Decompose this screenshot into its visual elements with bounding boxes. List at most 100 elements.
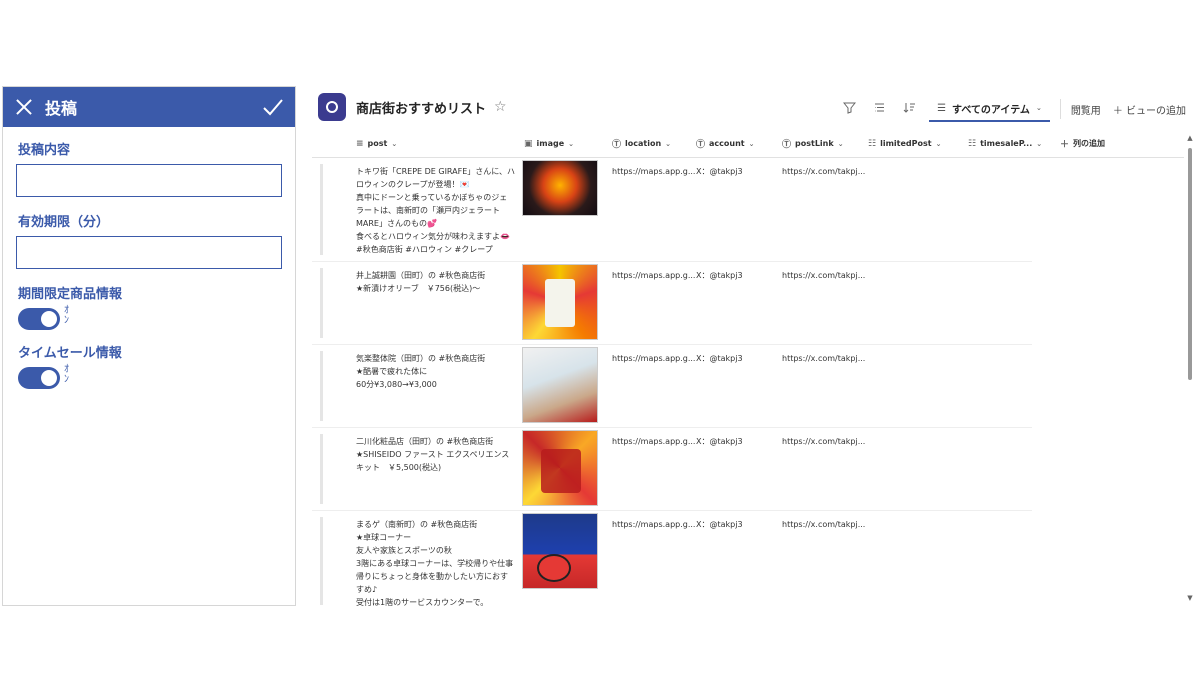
row-selector[interactable] bbox=[320, 351, 323, 421]
plus-icon: ＋ bbox=[1112, 105, 1126, 117]
timesale-toggle-row: ｵﾝ bbox=[16, 364, 282, 389]
column-header-limitedpost[interactable]: ☷ limitedPost ⌄ bbox=[868, 139, 968, 149]
location-cell[interactable]: https://maps.app.g... bbox=[612, 262, 696, 344]
column-header-postlink[interactable]: Ⓣ postLink ⌄ bbox=[782, 137, 868, 150]
add-view-button[interactable]: ＋ ビューの追加 bbox=[1113, 102, 1186, 117]
post-line: キット ￥5,500(税込) bbox=[356, 463, 442, 472]
filter-icon[interactable] bbox=[841, 101, 857, 117]
boolean-icon: ☷ bbox=[968, 138, 977, 149]
vertical-scrollbar[interactable]: ▲ ▼ bbox=[1186, 134, 1194, 604]
table-tennis-photo-thumbnail[interactable] bbox=[522, 513, 598, 589]
sharepoint-list: 商店街おすすめリスト ☆ ☰ すべてのアイテム ⌄ 閲覧用 ＋ ビューの追加 ≡… bbox=[312, 86, 1198, 607]
add-view-label: ビューの追加 bbox=[1126, 105, 1186, 117]
postlink-cell[interactable]: https://x.com/takpj... bbox=[782, 158, 872, 261]
limited-item-label: 期間限定商品情報 bbox=[18, 287, 123, 302]
list-title: 商店街おすすめリスト bbox=[356, 101, 487, 117]
chevron-down-icon: ⌄ bbox=[1035, 104, 1042, 112]
column-label: post bbox=[367, 139, 388, 148]
table-row[interactable]: 井上誠耕園（田町）の #秋色商店街 ★新漬けオリーブ ￥756(税込)～ htt… bbox=[312, 262, 1032, 345]
chevron-down-icon: ⌄ bbox=[391, 139, 398, 148]
post-cell: まるゲ（南新町）の #秋色商店街 ★卓球コーナー 友人や家族とスポーツの秋 3階… bbox=[356, 511, 520, 611]
post-line: 3階にある卓球コーナーは、学校帰りや仕事 bbox=[356, 559, 514, 568]
account-cell: X：@takpj3 bbox=[696, 437, 743, 446]
post-line: 真中にドーンと乗っているかぼちゃのジェ bbox=[356, 193, 508, 202]
timesale-label: タイムセール情報 bbox=[18, 346, 122, 361]
column-header-image[interactable]: ▣ image ⌄ bbox=[524, 139, 612, 149]
scroll-track[interactable] bbox=[1187, 146, 1193, 590]
post-cell: 気楽整体院（田町）の #秋色商店街 ★酷暑で疲れた体に 60分¥3,080→¥3… bbox=[356, 345, 520, 427]
column-header-row: ≡ post ⌄ ▣ image ⌄ Ⓣ location ⌄ Ⓣ accoun… bbox=[312, 130, 1184, 158]
account-cell: X：@takpj3 bbox=[696, 271, 743, 280]
crepe-photo-thumbnail[interactable] bbox=[522, 160, 598, 216]
postlink-cell[interactable]: https://x.com/takpj... bbox=[782, 511, 872, 611]
row-selector[interactable] bbox=[320, 164, 323, 255]
scroll-down-arrow-icon[interactable]: ▼ bbox=[1186, 594, 1194, 604]
column-header-account[interactable]: Ⓣ account ⌄ bbox=[696, 137, 782, 150]
table-row[interactable]: 二川化粧品店（田町）の #秋色商店街 ★SHISEIDO ファースト エクスペリ… bbox=[312, 428, 1032, 511]
column-header-location[interactable]: Ⓣ location ⌄ bbox=[612, 137, 696, 150]
location-cell[interactable]: https://maps.app.g... bbox=[612, 345, 696, 427]
chevron-down-icon: ⌄ bbox=[568, 139, 575, 148]
post-line: ★卓球コーナー bbox=[356, 533, 412, 542]
post-line: MARE」さんのもの💕 bbox=[356, 219, 437, 228]
close-icon[interactable] bbox=[13, 96, 35, 118]
expiry-minutes-input[interactable] bbox=[16, 236, 282, 269]
view-selector[interactable]: ☰ すべてのアイテム ⌄ bbox=[929, 96, 1050, 122]
post-line: ★酷暑で疲れた体に bbox=[356, 367, 428, 376]
image-icon: ▣ bbox=[524, 138, 533, 149]
add-column-button[interactable]: ＋ 列の追加 bbox=[1060, 137, 1140, 150]
toggle-state-icon: ｵﾝ bbox=[64, 364, 69, 385]
location-cell[interactable]: https://maps.app.g... bbox=[612, 158, 696, 261]
chevron-down-icon: ⌄ bbox=[935, 139, 942, 148]
post-line: 気楽整体院（田町）の #秋色商店街 bbox=[356, 354, 486, 363]
sort-icon[interactable] bbox=[901, 101, 917, 117]
table-row[interactable]: 気楽整体院（田町）の #秋色商店街 ★酷暑で疲れた体に 60分¥3,080→¥3… bbox=[312, 345, 1032, 428]
post-content-input[interactable] bbox=[16, 164, 282, 197]
row-selector[interactable] bbox=[320, 268, 323, 338]
massage-photo-thumbnail[interactable] bbox=[522, 347, 598, 423]
postlink-cell[interactable]: https://x.com/takpj... bbox=[782, 262, 872, 344]
column-label: 列の追加 bbox=[1073, 139, 1106, 148]
column-header-post[interactable]: ≡ post ⌄ bbox=[356, 139, 520, 149]
site-logo-icon[interactable] bbox=[318, 93, 346, 121]
post-line: 60分¥3,080→¥3,000 bbox=[356, 380, 437, 389]
review-view-link[interactable]: 閲覧用 bbox=[1071, 102, 1101, 117]
postlink-cell[interactable]: https://x.com/takpj... bbox=[782, 345, 872, 427]
location-cell[interactable]: https://maps.app.g... bbox=[612, 428, 696, 510]
row-selector[interactable] bbox=[320, 517, 323, 605]
table-row[interactable]: まるゲ（南新町）の #秋色商店街 ★卓球コーナー 友人や家族とスポーツの秋 3階… bbox=[312, 511, 1032, 611]
post-line: ★SHISEIDO ファースト エクスペリエンス bbox=[356, 450, 510, 459]
boolean-icon: ☷ bbox=[868, 138, 877, 149]
scroll-up-arrow-icon[interactable]: ▲ bbox=[1186, 134, 1194, 144]
timesale-toggle[interactable] bbox=[18, 367, 60, 389]
chevron-down-icon: ⌄ bbox=[748, 139, 755, 148]
scroll-thumb[interactable] bbox=[1188, 148, 1192, 380]
account-cell: X：@takpj3 bbox=[696, 167, 743, 176]
image-cell bbox=[522, 511, 612, 611]
cosmetics-photo-thumbnail[interactable] bbox=[522, 430, 598, 506]
expiry-minutes-label: 有効期限（分） bbox=[18, 215, 110, 230]
image-cell bbox=[522, 428, 612, 510]
image-cell bbox=[522, 262, 612, 344]
limited-item-toggle[interactable] bbox=[18, 308, 60, 330]
postlink-cell[interactable]: https://x.com/takpj... bbox=[782, 428, 872, 510]
group-by-icon[interactable] bbox=[871, 101, 887, 117]
post-line: ロウィンのクレープが登場！💌 bbox=[356, 180, 470, 189]
form-body: 投稿内容 有効期限（分） 期間限定商品情報 ｵﾝ タイムセール情報 ｵﾝ bbox=[3, 127, 295, 389]
location-cell[interactable]: https://maps.app.g... bbox=[612, 511, 696, 611]
olive-product-thumbnail[interactable] bbox=[522, 264, 598, 340]
column-header-timesalepost[interactable]: ☷ timesaleP... ⌄ bbox=[968, 139, 1044, 149]
table-row[interactable]: トキワ街「CREPE DE GIRAFE」さんに、ハ ロウィンのクレープが登場！… bbox=[312, 158, 1032, 262]
favorite-star-icon[interactable]: ☆ bbox=[494, 99, 507, 115]
row-selector[interactable] bbox=[320, 434, 323, 504]
column-label: image bbox=[536, 139, 565, 148]
post-line: 受付は1階のサービスカウンターで。 bbox=[356, 598, 489, 607]
list-table: ≡ post ⌄ ▣ image ⌄ Ⓣ location ⌄ Ⓣ accoun… bbox=[312, 130, 1184, 611]
list-view-icon: ☰ bbox=[937, 102, 947, 114]
post-line: トキワ街「CREPE DE GIRAFE」さんに、ハ bbox=[356, 167, 516, 176]
checkmark-icon[interactable] bbox=[261, 95, 285, 119]
toggle-state-icon: ｵﾝ bbox=[64, 305, 69, 326]
post-line: 二川化粧品店（田町）の #秋色商店街 bbox=[356, 437, 494, 446]
panel-header: 投稿 bbox=[3, 87, 295, 127]
column-label: limitedPost bbox=[880, 139, 932, 148]
